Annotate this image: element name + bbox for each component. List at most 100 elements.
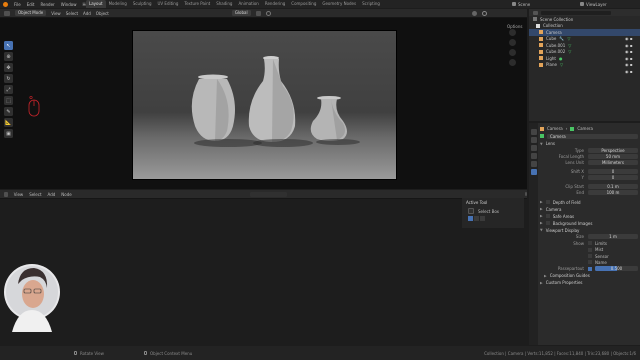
shift-x-field[interactable]: 0: [588, 168, 638, 174]
output-tab-icon[interactable]: [530, 145, 537, 151]
tab-compositing[interactable]: Compositing: [288, 0, 319, 8]
mesh-object-icon: [539, 62, 543, 67]
object-menu[interactable]: Object: [96, 11, 109, 16]
tab-animation[interactable]: Animation: [235, 0, 261, 8]
mouse-indicator-icon: [28, 95, 40, 117]
mode-subtract-icon[interactable]: [480, 216, 485, 221]
camera-data-icon: [570, 126, 575, 131]
eye-icon[interactable]: ◉ ▪: [625, 69, 637, 76]
viewport-shading-icon[interactable]: [471, 10, 477, 16]
size-field[interactable]: 1 m: [588, 234, 638, 240]
view-layer-selector[interactable]: ViewLayer: [580, 1, 607, 7]
scene-selector[interactable]: Scene: [512, 1, 530, 7]
focal-length-field[interactable]: 50 mm: [588, 154, 638, 160]
overlay-icon[interactable]: [481, 10, 487, 16]
tab-texture-paint[interactable]: Texture Paint: [181, 0, 213, 8]
tab-modeling[interactable]: Modeling: [106, 0, 130, 8]
safe-areas-section[interactable]: ▶ Safe Areas: [540, 213, 638, 220]
tab-shading[interactable]: Shading: [213, 0, 235, 8]
clip-end-field[interactable]: 100 m: [588, 190, 638, 196]
type-dropdown[interactable]: Perspective: [588, 147, 638, 153]
custom-properties-section[interactable]: ▶ Custom Properties: [540, 279, 638, 286]
cursor-icon[interactable]: ⊕: [4, 52, 13, 61]
tool-tab-icon[interactable]: [530, 129, 537, 135]
focal-length-label: Focal Length: [558, 154, 584, 160]
mode-extend-icon[interactable]: [474, 216, 479, 221]
checkbox[interactable]: [588, 260, 592, 265]
camera-view-icon[interactable]: [509, 49, 516, 56]
viewport-3d[interactable]: Object Mode View Select Add Object Globa…: [0, 9, 527, 189]
proportional-edit-icon[interactable]: [265, 10, 271, 16]
passepartout-slider[interactable]: 0.500: [595, 266, 638, 272]
transform-orientation-dropdown[interactable]: Global: [231, 10, 251, 16]
tab-geometry-nodes[interactable]: Geometry Nodes: [319, 0, 359, 8]
transform-icon[interactable]: ⬚: [4, 96, 13, 105]
snap-icon[interactable]: [255, 10, 261, 16]
chevron-down-icon: ▼: [540, 228, 543, 233]
lower-select-menu[interactable]: Select: [29, 192, 41, 197]
lens-section-header[interactable]: ▼ Lens: [540, 140, 638, 147]
lens-unit-dropdown[interactable]: Millimeters: [588, 160, 638, 166]
add-menu[interactable]: Add: [83, 11, 91, 16]
clip-start-field[interactable]: 0.1 m: [588, 183, 638, 189]
checkbox[interactable]: [545, 221, 550, 226]
passepartout-label: Passepartout: [557, 266, 584, 272]
mode-dropdown[interactable]: Object Mode: [15, 10, 47, 16]
outliner-search-field[interactable]: [541, 10, 611, 15]
chevron-right-icon: ▶: [540, 214, 543, 219]
scene-tab-icon[interactable]: [530, 153, 537, 159]
annotate-icon[interactable]: ✎: [4, 107, 13, 116]
lower-node-menu[interactable]: Node: [61, 192, 71, 197]
outliner-item-plane[interactable]: Plane ▽: [529, 62, 640, 69]
checkbox[interactable]: [588, 247, 592, 252]
pin-icon[interactable]: [524, 192, 527, 196]
lower-view-menu[interactable]: View: [14, 192, 24, 197]
outliner: Scene Collection Collection Camera Cube …: [529, 9, 640, 121]
editor-type-icon[interactable]: [4, 10, 10, 16]
view-layer-icon: [580, 2, 584, 6]
checkbox[interactable]: [545, 214, 550, 219]
tab-sculpting[interactable]: Sculpting: [130, 0, 155, 8]
background-images-section[interactable]: ▶ Background Images: [540, 220, 638, 227]
tab-layout[interactable]: Layout: [86, 0, 106, 8]
object-tab-icon[interactable]: [530, 161, 537, 167]
checkbox[interactable]: [545, 200, 550, 205]
checkbox-checked[interactable]: [588, 266, 592, 271]
depth-of-field-section[interactable]: ▶ Depth of Field: [540, 199, 638, 206]
menu-window[interactable]: Window: [61, 2, 77, 7]
composition-guides-section[interactable]: ▶ Composition Guides: [540, 272, 638, 279]
pan-hand-icon[interactable]: [509, 39, 516, 46]
view-menu[interactable]: View: [51, 11, 61, 16]
tab-uv-editing[interactable]: UV Editing: [155, 0, 182, 8]
checkbox[interactable]: [588, 254, 592, 259]
move-icon[interactable]: ✥: [4, 63, 13, 72]
datablock-field[interactable]: [249, 191, 287, 197]
select-box-icon[interactable]: ↖: [4, 41, 13, 50]
menu-file[interactable]: File: [14, 2, 21, 7]
rotate-icon[interactable]: ↻: [4, 74, 13, 83]
mode-set-icon[interactable]: [468, 216, 473, 221]
outliner-filter-icon[interactable]: [533, 10, 538, 15]
lower-add-menu[interactable]: Add: [48, 192, 56, 197]
editor-type-icon[interactable]: [4, 191, 8, 197]
datablock-name-field[interactable]: Camera: [547, 133, 638, 139]
tab-scripting[interactable]: Scripting: [359, 0, 383, 8]
viewport-display-section[interactable]: ▼ Viewport Display: [540, 227, 638, 234]
shift-y-field[interactable]: 0: [588, 175, 638, 181]
composition-guides-label: Composition Guides: [549, 273, 590, 279]
tab-rendering[interactable]: Rendering: [262, 0, 288, 8]
camera-section[interactable]: ▶ Camera: [540, 206, 638, 213]
camera-data-tab-icon[interactable]: [530, 169, 537, 175]
add-cube-icon[interactable]: ▣: [4, 129, 13, 138]
menu-edit[interactable]: Edit: [27, 2, 35, 7]
scale-icon[interactable]: ⤢: [4, 85, 13, 94]
zoom-icon[interactable]: [509, 29, 516, 36]
measure-icon[interactable]: 📐: [4, 118, 13, 127]
checkbox[interactable]: [588, 241, 592, 246]
select-box-tool-icon[interactable]: [468, 208, 474, 214]
render-tab-icon[interactable]: [530, 137, 537, 143]
lower-editor[interactable]: View Select Add Node Active Tool Select …: [0, 190, 527, 345]
grid-icon[interactable]: [509, 59, 516, 66]
menu-render[interactable]: Render: [40, 2, 54, 7]
select-menu[interactable]: Select: [66, 11, 78, 16]
